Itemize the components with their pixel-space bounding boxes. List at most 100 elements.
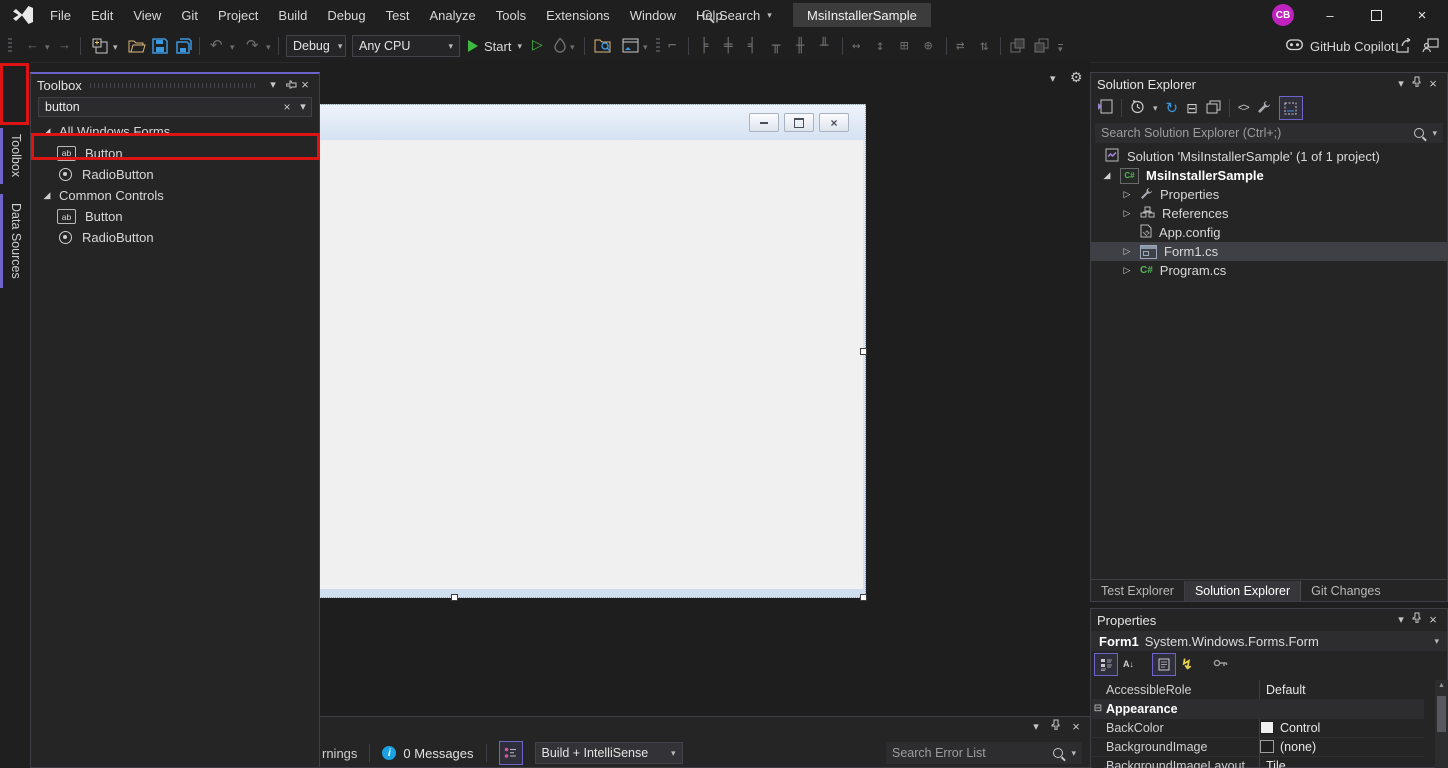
make-same-size-icon[interactable]: ⊞ xyxy=(900,38,908,54)
messages-button-label[interactable]: 0 Messages xyxy=(403,746,473,761)
form-close-button[interactable]: × xyxy=(819,113,849,132)
menu-analyze[interactable]: Analyze xyxy=(419,8,485,23)
category-collapse-icon[interactable]: ⊟ xyxy=(1092,703,1104,714)
properties-header[interactable]: Properties ▾ × xyxy=(1091,609,1447,631)
close-icon[interactable]: × xyxy=(1068,719,1084,735)
toolbox-group-all-windows-forms[interactable]: ◢ All Windows Forms xyxy=(31,121,319,142)
find-in-files-icon[interactable] xyxy=(594,38,612,56)
property-row-backcolor[interactable]: BackColor Control xyxy=(1092,718,1424,738)
switch-views-icon[interactable] xyxy=(1097,99,1113,117)
view-code-icon[interactable]: <> xyxy=(1238,102,1249,114)
menu-debug[interactable]: Debug xyxy=(317,8,375,23)
document-well-dropdown-icon[interactable]: ▾ xyxy=(1050,74,1056,85)
toolbar-overflow-icon[interactable]: ▾ xyxy=(1058,44,1063,54)
pin-icon[interactable] xyxy=(281,77,297,93)
align-bottoms-icon[interactable]: ╨ xyxy=(820,38,828,54)
tree-row-form1[interactable]: ▷ Form1.cs xyxy=(1091,242,1447,261)
maximize-button[interactable] xyxy=(1353,0,1399,30)
menu-extensions[interactable]: Extensions xyxy=(536,8,620,23)
property-value[interactable]: Control xyxy=(1280,721,1320,735)
properties-scrollbar[interactable]: ▲ xyxy=(1435,680,1448,768)
close-button[interactable]: × xyxy=(1399,0,1445,30)
messages-filter-button[interactable] xyxy=(499,741,523,765)
menu-git[interactable]: Git xyxy=(171,8,208,23)
toolbox-menu-icon[interactable]: ▾ xyxy=(265,77,281,93)
align-tops-icon[interactable]: ╥ xyxy=(772,38,780,54)
platform-dropdown[interactable]: Any CPU ▾ xyxy=(352,35,460,57)
solution-explorer-search[interactable]: ▾ xyxy=(1095,123,1443,143)
show-all-files-button[interactable] xyxy=(1279,96,1303,120)
pin-icon[interactable] xyxy=(1409,76,1425,92)
tree-row-app-config[interactable]: App.config xyxy=(1091,223,1447,242)
collapse-all-icon[interactable]: ⊟ xyxy=(1186,100,1198,117)
sidebar-tab-data-sources[interactable]: Data Sources xyxy=(0,194,29,288)
property-pages-button[interactable] xyxy=(1213,657,1228,672)
menu-file[interactable]: File xyxy=(40,8,81,23)
undo-chevron-icon[interactable]: ▾ xyxy=(230,43,235,52)
toolbox-header[interactable]: Toolbox ▾ × xyxy=(31,74,319,96)
navigate-back-chevron-icon[interactable]: ▾ xyxy=(45,43,50,52)
hot-reload-icon[interactable] xyxy=(554,38,566,56)
horizontal-spacing-icon[interactable]: ⇄ xyxy=(956,38,964,54)
sidebar-tab-toolbox[interactable]: Toolbox xyxy=(0,128,29,184)
toolbox-item-radiobutton-2[interactable]: RadioButton xyxy=(31,227,319,248)
configuration-dropdown[interactable]: Debug ▾ xyxy=(286,35,346,57)
minimize-button[interactable]: – xyxy=(1307,0,1353,30)
search-options-icon[interactable]: ▾ xyxy=(295,99,311,115)
tree-row-references[interactable]: ▷ References xyxy=(1091,204,1447,223)
close-icon[interactable]: × xyxy=(1425,612,1441,628)
pending-changes-filter-icon[interactable] xyxy=(1130,99,1145,117)
tree-row-program[interactable]: ▷ C# Program.cs xyxy=(1091,261,1447,280)
properties-object-dropdown[interactable]: Form1 System.Windows.Forms.Form ▾ xyxy=(1091,631,1447,651)
error-list-filter-dropdown[interactable]: Build + IntelliSense ▾ xyxy=(535,742,683,764)
pin-icon[interactable] xyxy=(1048,719,1064,735)
menu-project[interactable]: Project xyxy=(208,8,268,23)
menu-edit[interactable]: Edit xyxy=(81,8,123,23)
start-button[interactable]: Start ▾ xyxy=(468,35,522,57)
property-value[interactable]: Tile xyxy=(1266,759,1286,768)
make-same-height-icon[interactable]: ↕ xyxy=(876,38,884,54)
pin-icon[interactable] xyxy=(1409,612,1425,628)
tab-solution-explorer[interactable]: Solution Explorer xyxy=(1185,581,1301,601)
scrollbar-thumb[interactable] xyxy=(1437,696,1446,732)
new-project-chevron-icon[interactable]: ▾ xyxy=(113,43,118,52)
toolbar-grip[interactable] xyxy=(656,38,660,54)
tab-test-explorer[interactable]: Test Explorer xyxy=(1091,581,1185,601)
menu-view[interactable]: View xyxy=(123,8,171,23)
error-list-menu-icon[interactable]: ▾ xyxy=(1028,719,1044,735)
redo-chevron-icon[interactable]: ▾ xyxy=(266,43,271,52)
clear-search-icon[interactable]: × xyxy=(279,99,295,115)
navigate-back-icon[interactable]: ← xyxy=(26,37,39,52)
tree-row-properties[interactable]: ▷ Properties xyxy=(1091,185,1447,204)
menu-test[interactable]: Test xyxy=(376,8,420,23)
property-value[interactable]: Default xyxy=(1266,683,1306,697)
menu-build[interactable]: Build xyxy=(268,8,317,23)
close-icon[interactable]: × xyxy=(297,77,313,93)
warnings-button-label[interactable]: rnings xyxy=(322,746,357,761)
toolbox-item-button-2[interactable]: ab Button xyxy=(31,206,319,227)
toolbox-group-common-controls[interactable]: ◢ Common Controls xyxy=(31,185,319,206)
form-maximize-button[interactable] xyxy=(784,113,814,132)
property-row-backgroundimage[interactable]: BackgroundImage (none) xyxy=(1092,737,1424,757)
error-list-search[interactable]: ▾ xyxy=(886,742,1082,764)
toolbox-search[interactable]: × ▾ xyxy=(38,97,312,117)
alphabetical-sort-button[interactable]: A↓ xyxy=(1123,659,1134,669)
property-row-accessiblerole[interactable]: AccessibleRole Default xyxy=(1092,680,1424,700)
tree-row-project[interactable]: ◢ C# MsiInstallerSample xyxy=(1091,166,1447,185)
menu-tools[interactable]: Tools xyxy=(486,8,536,23)
categorized-button[interactable] xyxy=(1094,653,1118,676)
error-list-search-input[interactable] xyxy=(886,746,1053,760)
toolbox-search-input[interactable] xyxy=(39,100,279,114)
feedback-icon[interactable] xyxy=(1422,38,1439,56)
designed-form[interactable]: × xyxy=(320,104,866,598)
properties-wrench-icon[interactable] xyxy=(1257,100,1271,117)
toolbox-item-button[interactable]: ab Button xyxy=(31,142,319,164)
preview-chevron-icon[interactable]: ▾ xyxy=(643,43,648,52)
redo-icon[interactable]: ↷ xyxy=(246,36,259,54)
filter-chevron-icon[interactable]: ▾ xyxy=(1153,104,1158,113)
snap-to-grid-icon[interactable]: ⌐ xyxy=(668,38,676,54)
titlebar-search[interactable]: Search ▾ xyxy=(702,0,772,30)
form-minimize-button[interactable] xyxy=(749,113,779,132)
save-icon[interactable] xyxy=(152,38,168,57)
resize-handle-right-middle[interactable] xyxy=(860,348,867,355)
